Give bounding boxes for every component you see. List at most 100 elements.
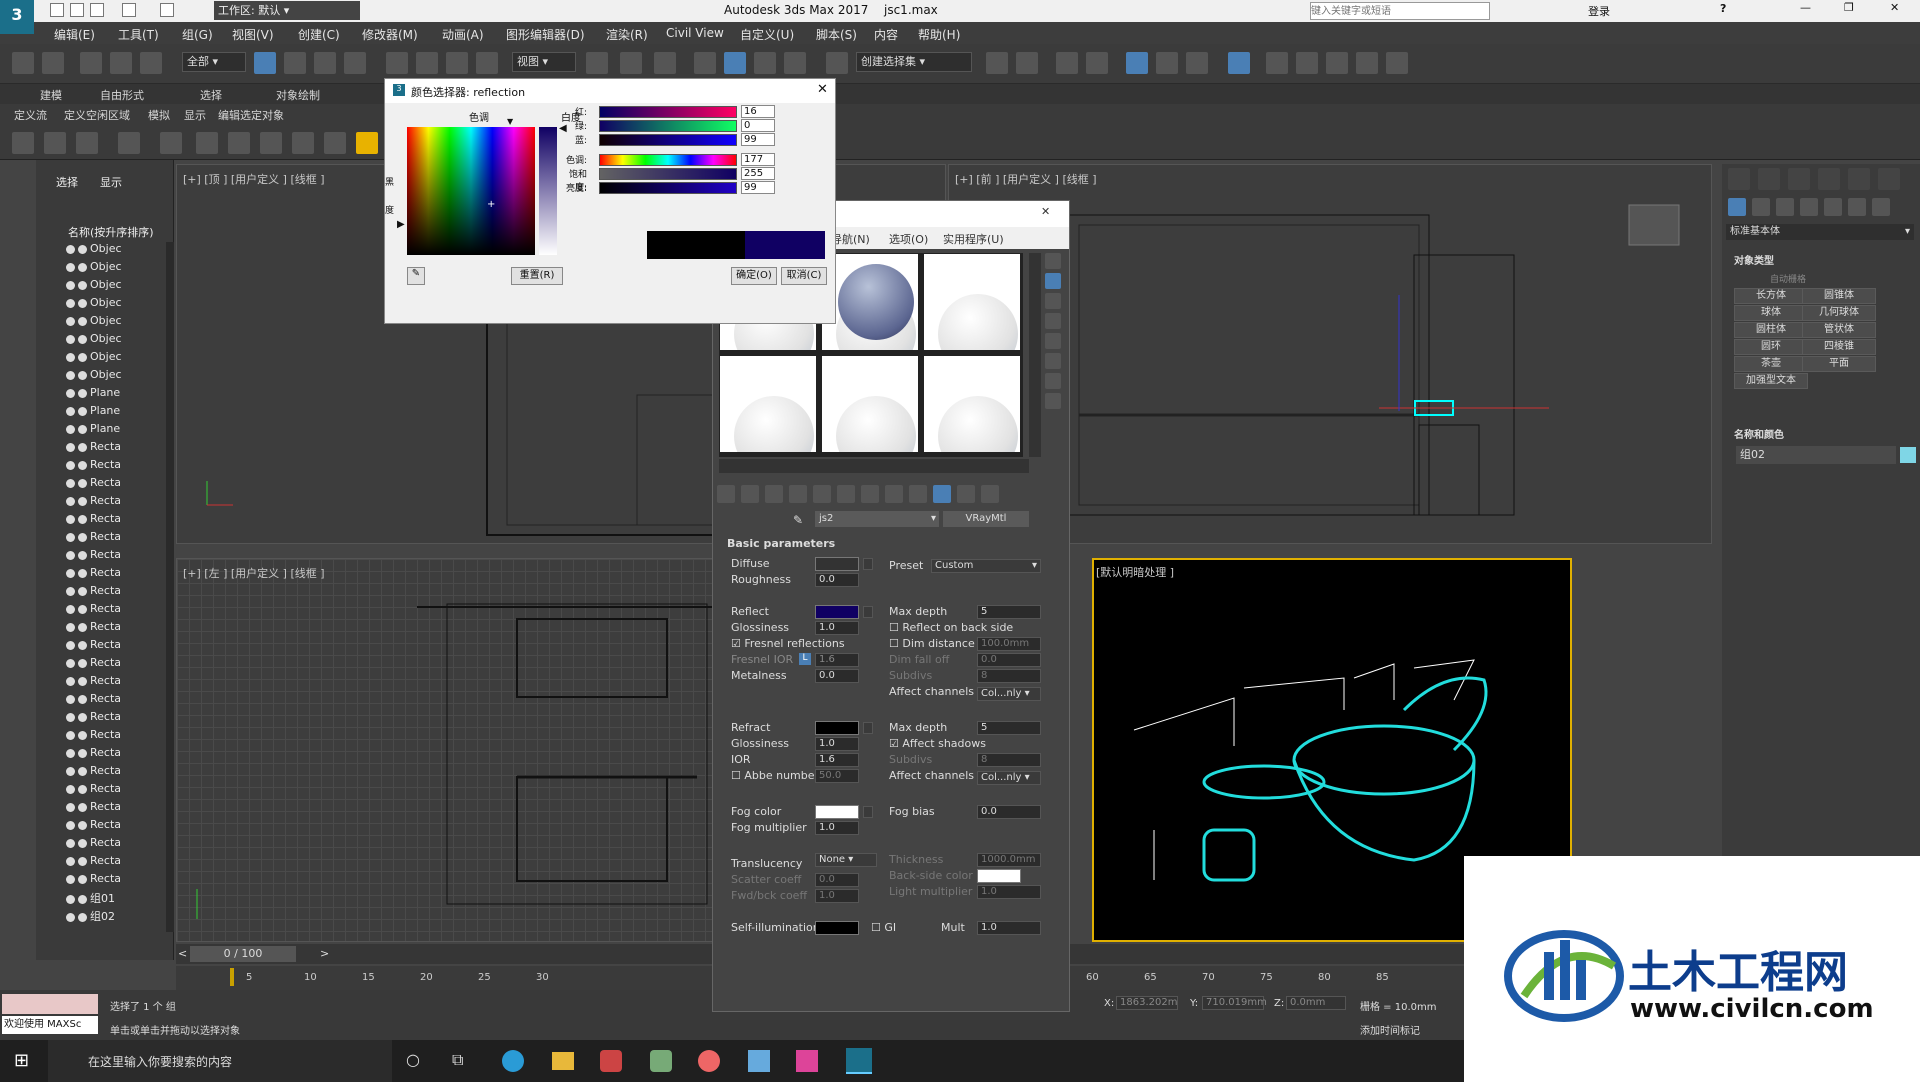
open-icon[interactable] — [70, 3, 84, 17]
menu-scripting[interactable]: 脚本(S) — [816, 26, 857, 43]
particle-icon[interactable] — [160, 132, 182, 154]
visibility-eye-icon[interactable] — [66, 748, 75, 758]
create-2-button[interactable]: 球体 — [1734, 305, 1808, 321]
menu-utilities[interactable]: 实用程序(U) — [943, 231, 1004, 247]
visibility-eye-icon[interactable] — [66, 894, 75, 904]
max-logo-icon[interactable]: 3 — [0, 0, 34, 34]
refract-glossiness-spinner[interactable]: 1.0 — [815, 737, 859, 751]
select-manipulate-icon[interactable] — [620, 52, 642, 74]
named-selection-dropdown[interactable]: 创建选择集 ▾ — [856, 52, 972, 72]
scene-list-item[interactable]: Recta — [66, 476, 121, 493]
freeze-icon[interactable] — [78, 694, 87, 704]
scene-list-item[interactable]: Recta — [66, 836, 121, 853]
freeze-icon[interactable] — [78, 604, 87, 614]
create-1-button[interactable]: 圆锥体 — [1802, 288, 1876, 304]
lights-icon[interactable] — [1776, 198, 1794, 216]
visibility-eye-icon[interactable] — [66, 568, 75, 578]
scene-list-item[interactable]: Recta — [66, 674, 121, 691]
scene-list-item[interactable]: Recta — [66, 818, 121, 835]
visibility-eye-icon[interactable] — [66, 586, 75, 596]
visibility-eye-icon[interactable] — [66, 478, 75, 488]
go-to-parent-icon[interactable] — [957, 485, 975, 503]
color-value-spinner[interactable]: 99 — [741, 133, 775, 146]
visibility-eye-icon[interactable] — [66, 676, 75, 686]
freeze-icon[interactable] — [78, 748, 87, 758]
color-slider[interactable] — [599, 134, 737, 146]
scene-list-item[interactable]: Recta — [66, 512, 121, 529]
dim-distance-spinner[interactable]: 100.0mm — [977, 637, 1041, 651]
sun-icon[interactable] — [356, 132, 378, 154]
reset-map-icon[interactable] — [789, 485, 807, 503]
scene-list-item[interactable]: Objec — [66, 296, 122, 313]
sample-slot-scrollbar[interactable] — [1029, 253, 1041, 457]
sample-slot[interactable] — [719, 355, 817, 453]
scene-list-item[interactable]: Recta — [66, 566, 121, 583]
sample-slot-hscroll[interactable] — [719, 459, 1029, 473]
freeze-icon[interactable] — [78, 838, 87, 848]
visibility-eye-icon[interactable] — [66, 424, 75, 434]
show-end-result-icon[interactable] — [933, 485, 951, 503]
freeze-icon[interactable] — [78, 460, 87, 470]
scene-list-item[interactable]: Recta — [66, 872, 121, 889]
z-coordinate[interactable]: 0.0mm — [1286, 996, 1346, 1010]
visibility-eye-icon[interactable] — [66, 604, 75, 614]
diffuse-map-button[interactable] — [863, 558, 873, 570]
scene-list-item[interactable]: Objec — [66, 278, 122, 295]
color-slider[interactable] — [599, 154, 737, 166]
visibility-eye-icon[interactable] — [66, 838, 75, 848]
maxscript-listener[interactable] — [2, 994, 98, 1014]
scene-list-item[interactable]: Objec — [66, 332, 122, 349]
curve-editor-icon[interactable] — [1156, 52, 1178, 74]
render-setup-icon[interactable] — [1266, 52, 1288, 74]
taskbar-search[interactable]: 在这里输入你要搜索的内容 — [48, 1040, 392, 1082]
select-by-material-icon[interactable] — [1045, 393, 1061, 409]
dim-falloff-spinner[interactable]: 0.0 — [977, 653, 1041, 667]
close-icon[interactable]: ✕ — [1890, 1, 1899, 14]
freeze-icon[interactable] — [78, 676, 87, 686]
scene-list-item[interactable]: Recta — [66, 692, 121, 709]
utilities-tab-icon[interactable] — [1878, 168, 1900, 190]
visibility-eye-icon[interactable] — [66, 802, 75, 812]
visibility-eye-icon[interactable] — [66, 460, 75, 470]
snap-icon[interactable] — [694, 52, 716, 74]
translucency-dropdown[interactable]: None ▾ — [815, 853, 877, 867]
subdivs-spinner[interactable]: 8 — [977, 669, 1041, 683]
freeze-icon[interactable] — [78, 334, 87, 344]
scene-list-item[interactable]: Plane — [66, 404, 120, 421]
color-value-spinner[interactable]: 0 — [741, 119, 775, 132]
scene-list-item[interactable]: Objec — [66, 242, 122, 259]
backlight-icon[interactable] — [1045, 273, 1061, 289]
scene-list-item[interactable]: Recta — [66, 638, 121, 655]
edit-named-sets-icon[interactable] — [826, 52, 848, 74]
freeze-icon[interactable] — [78, 352, 87, 362]
schematic-view-icon[interactable] — [1186, 52, 1208, 74]
angle-snap-icon[interactable] — [724, 52, 746, 74]
cortana-icon[interactable]: ○ — [406, 1050, 420, 1069]
undo-icon[interactable] — [12, 52, 34, 74]
name-color-rollout[interactable]: 名称和颜色 — [1734, 426, 1784, 441]
create-0-button[interactable]: 长方体 — [1734, 288, 1808, 304]
freeze-icon[interactable] — [78, 658, 87, 668]
material-type-button[interactable]: VRayMtl — [943, 511, 1029, 527]
freeze-icon[interactable] — [78, 514, 87, 524]
fog-multiplier-spinner[interactable]: 1.0 — [815, 821, 859, 835]
scene-list-item[interactable]: Recta — [66, 530, 121, 547]
app-icon-1[interactable] — [600, 1050, 622, 1072]
scene-list-item[interactable]: Objec — [66, 350, 122, 367]
material-editor-close-icon[interactable]: ✕ — [1041, 205, 1050, 218]
abbe-spinner[interactable]: 50.0 — [815, 769, 859, 783]
menu-help[interactable]: 帮助(H) — [918, 26, 960, 43]
freeze-icon[interactable] — [78, 262, 87, 272]
dim-distance-checkbox[interactable]: ☐ Dim distance — [889, 637, 975, 650]
geometry-icon[interactable] — [1728, 198, 1746, 216]
color-slider[interactable] — [599, 120, 737, 132]
subtab-define-idle[interactable]: 定义空闲区域 — [64, 107, 130, 123]
search-input[interactable] — [1310, 2, 1490, 20]
display-tab-icon[interactable] — [1848, 168, 1870, 190]
go-forward-sibling-icon[interactable] — [981, 485, 999, 503]
max-depth-spinner[interactable]: 5 — [977, 605, 1041, 619]
scene-list-item[interactable]: 组01 — [66, 890, 115, 907]
assign-material-icon[interactable] — [765, 485, 783, 503]
visibility-eye-icon[interactable] — [66, 406, 75, 416]
minimize-icon[interactable]: — — [1800, 1, 1811, 14]
